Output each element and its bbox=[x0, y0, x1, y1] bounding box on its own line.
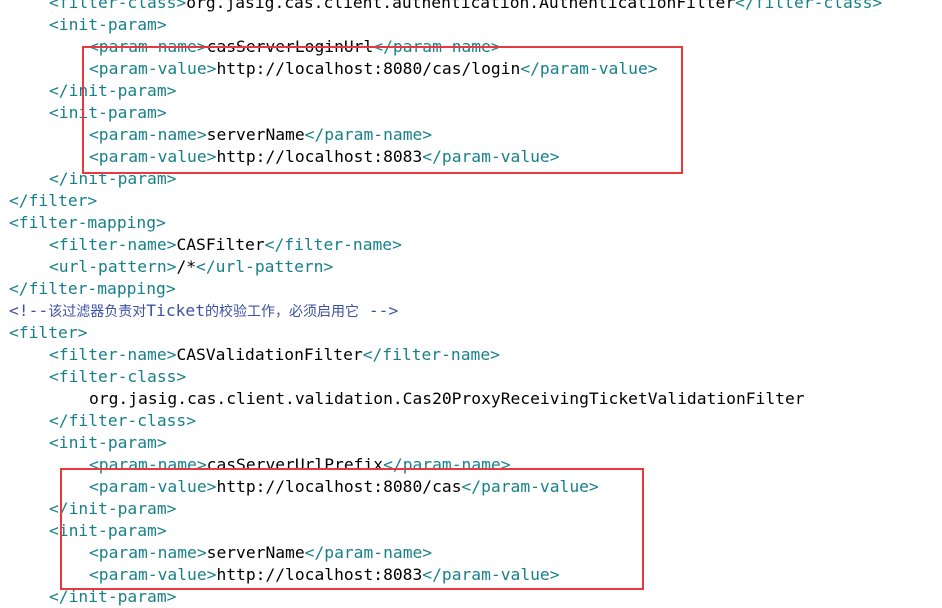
xml-open-tag: <param-value> bbox=[89, 565, 217, 584]
xml-text-value: http://localhost:8083 bbox=[216, 147, 423, 166]
xml-tag: </filter> bbox=[9, 191, 98, 210]
xml-close-tag: </filter-name> bbox=[264, 235, 402, 254]
code-line-26[interactable]: <param-name>serverName</param-name> bbox=[89, 542, 432, 564]
xml-comment-part: <!-- bbox=[9, 301, 49, 320]
xml-text-value: casServerUrlPrefix bbox=[206, 455, 384, 474]
xml-close-tag: </param-name> bbox=[304, 543, 433, 562]
xml-text-value: serverName bbox=[206, 543, 305, 562]
xml-tag: <init-param> bbox=[49, 103, 167, 122]
xml-close-tag: </param-value> bbox=[422, 147, 560, 166]
xml-open-tag: <url-pattern> bbox=[49, 257, 177, 276]
code-line-27[interactable]: <param-value>http://localhost:8083</para… bbox=[89, 564, 560, 586]
xml-comment-part: --> bbox=[359, 301, 399, 320]
code-line-19[interactable]: org.jasig.cas.client.validation.Cas20Pro… bbox=[89, 388, 805, 410]
xml-close-tag: </filter-class> bbox=[735, 0, 883, 12]
xml-open-tag: <param-name> bbox=[89, 37, 207, 56]
xml-open-tag: <filter-name> bbox=[49, 235, 177, 254]
code-line-18[interactable]: <filter-class> bbox=[49, 366, 186, 388]
xml-code-editor[interactable]: <filter-class>org.jasig.cas.client.authe… bbox=[0, 0, 942, 606]
xml-tag: </init-param> bbox=[49, 499, 177, 518]
xml-close-tag: </param-value> bbox=[422, 565, 560, 584]
xml-text-value: http://localhost:8083 bbox=[216, 565, 423, 584]
xml-text-value: http://localhost:8080/cas bbox=[216, 477, 462, 496]
code-line-15[interactable]: <!--该过滤器负责对Ticket的校验工作，必须启用它 --> bbox=[9, 300, 398, 322]
xml-tag: <filter-mapping> bbox=[9, 213, 166, 232]
xml-tag: </init-param> bbox=[49, 587, 177, 606]
xml-tag: <init-param> bbox=[49, 15, 167, 34]
xml-close-tag: </url-pattern> bbox=[196, 257, 334, 276]
xml-text-value: CASFilter bbox=[176, 235, 265, 254]
xml-open-tag: <filter-name> bbox=[49, 345, 177, 364]
xml-tag: <init-param> bbox=[49, 521, 167, 540]
xml-comment-part: 该过滤器负责对 bbox=[48, 304, 147, 320]
xml-text-value: /* bbox=[176, 257, 197, 276]
code-line-14[interactable]: </filter-mapping> bbox=[9, 278, 176, 300]
code-line-22[interactable]: <param-name>casServerUrlPrefix</param-na… bbox=[89, 454, 511, 476]
code-line-7[interactable]: <param-name>serverName</param-name> bbox=[89, 124, 432, 146]
xml-text-value: casServerLoginUrl bbox=[206, 37, 374, 56]
xml-text-value: serverName bbox=[206, 125, 305, 144]
xml-text-value: org.jasig.cas.client.authentication.Auth… bbox=[186, 0, 736, 12]
xml-close-tag: </param-value> bbox=[520, 59, 658, 78]
code-line-25[interactable]: <init-param> bbox=[49, 520, 167, 542]
xml-open-tag: <param-name> bbox=[89, 125, 207, 144]
code-line-10[interactable]: </filter> bbox=[9, 190, 97, 212]
xml-close-tag: </param-value> bbox=[461, 477, 599, 496]
code-line-24[interactable]: </init-param> bbox=[49, 498, 176, 520]
code-line-11[interactable]: <filter-mapping> bbox=[9, 212, 166, 234]
xml-open-tag: <filter-class> bbox=[49, 0, 187, 12]
code-line-23[interactable]: <param-value>http://localhost:8080/cas</… bbox=[89, 476, 599, 498]
code-line-3[interactable]: <param-name>casServerLoginUrl</param-nam… bbox=[89, 36, 501, 58]
code-line-2[interactable]: <init-param> bbox=[49, 14, 167, 36]
xml-text-value: org.jasig.cas.client.validation.Cas20Pro… bbox=[89, 389, 805, 408]
xml-close-tag: </param-name> bbox=[304, 125, 433, 144]
xml-close-tag: </filter-name> bbox=[362, 345, 500, 364]
code-line-28[interactable]: </init-param> bbox=[49, 586, 176, 608]
xml-tag: </filter-mapping> bbox=[9, 279, 176, 298]
xml-open-tag: <param-value> bbox=[89, 147, 217, 166]
code-line-20[interactable]: </filter-class> bbox=[49, 410, 196, 432]
code-line-9[interactable]: </init-param> bbox=[49, 168, 176, 190]
code-line-8[interactable]: <param-value>http://localhost:8083</para… bbox=[89, 146, 560, 168]
code-line-21[interactable]: <init-param> bbox=[49, 432, 167, 454]
code-line-1[interactable]: <filter-class>org.jasig.cas.client.authe… bbox=[49, 0, 882, 14]
xml-tag: </init-param> bbox=[49, 169, 177, 188]
xml-tag: <init-param> bbox=[49, 433, 167, 452]
xml-open-tag: <param-name> bbox=[89, 455, 207, 474]
code-line-13[interactable]: <url-pattern>/*</url-pattern> bbox=[49, 256, 333, 278]
code-line-17[interactable]: <filter-name>CASValidationFilter</filter… bbox=[49, 344, 500, 366]
code-line-16[interactable]: <filter> bbox=[9, 322, 87, 344]
code-line-6[interactable]: <init-param> bbox=[49, 102, 167, 124]
xml-comment-part: 的校验工作，必须启用它 bbox=[205, 304, 360, 320]
xml-tag: <filter> bbox=[9, 323, 88, 342]
xml-text-value: http://localhost:8080/cas/login bbox=[216, 59, 521, 78]
code-line-12[interactable]: <filter-name>CASFilter</filter-name> bbox=[49, 234, 402, 256]
xml-tag: </filter-class> bbox=[49, 411, 197, 430]
xml-tag: <filter-class> bbox=[49, 367, 187, 386]
xml-open-tag: <param-value> bbox=[89, 477, 217, 496]
code-line-5[interactable]: </init-param> bbox=[49, 80, 176, 102]
code-line-4[interactable]: <param-value>http://localhost:8080/cas/l… bbox=[89, 58, 658, 80]
xml-text-value: CASValidationFilter bbox=[176, 345, 363, 364]
xml-close-tag: </param-name> bbox=[373, 37, 501, 56]
xml-open-tag: <param-value> bbox=[89, 59, 217, 78]
xml-comment-part: Ticket bbox=[146, 301, 206, 320]
xml-close-tag: </param-name> bbox=[383, 455, 511, 474]
xml-tag: </init-param> bbox=[49, 81, 177, 100]
xml-open-tag: <param-name> bbox=[89, 543, 207, 562]
